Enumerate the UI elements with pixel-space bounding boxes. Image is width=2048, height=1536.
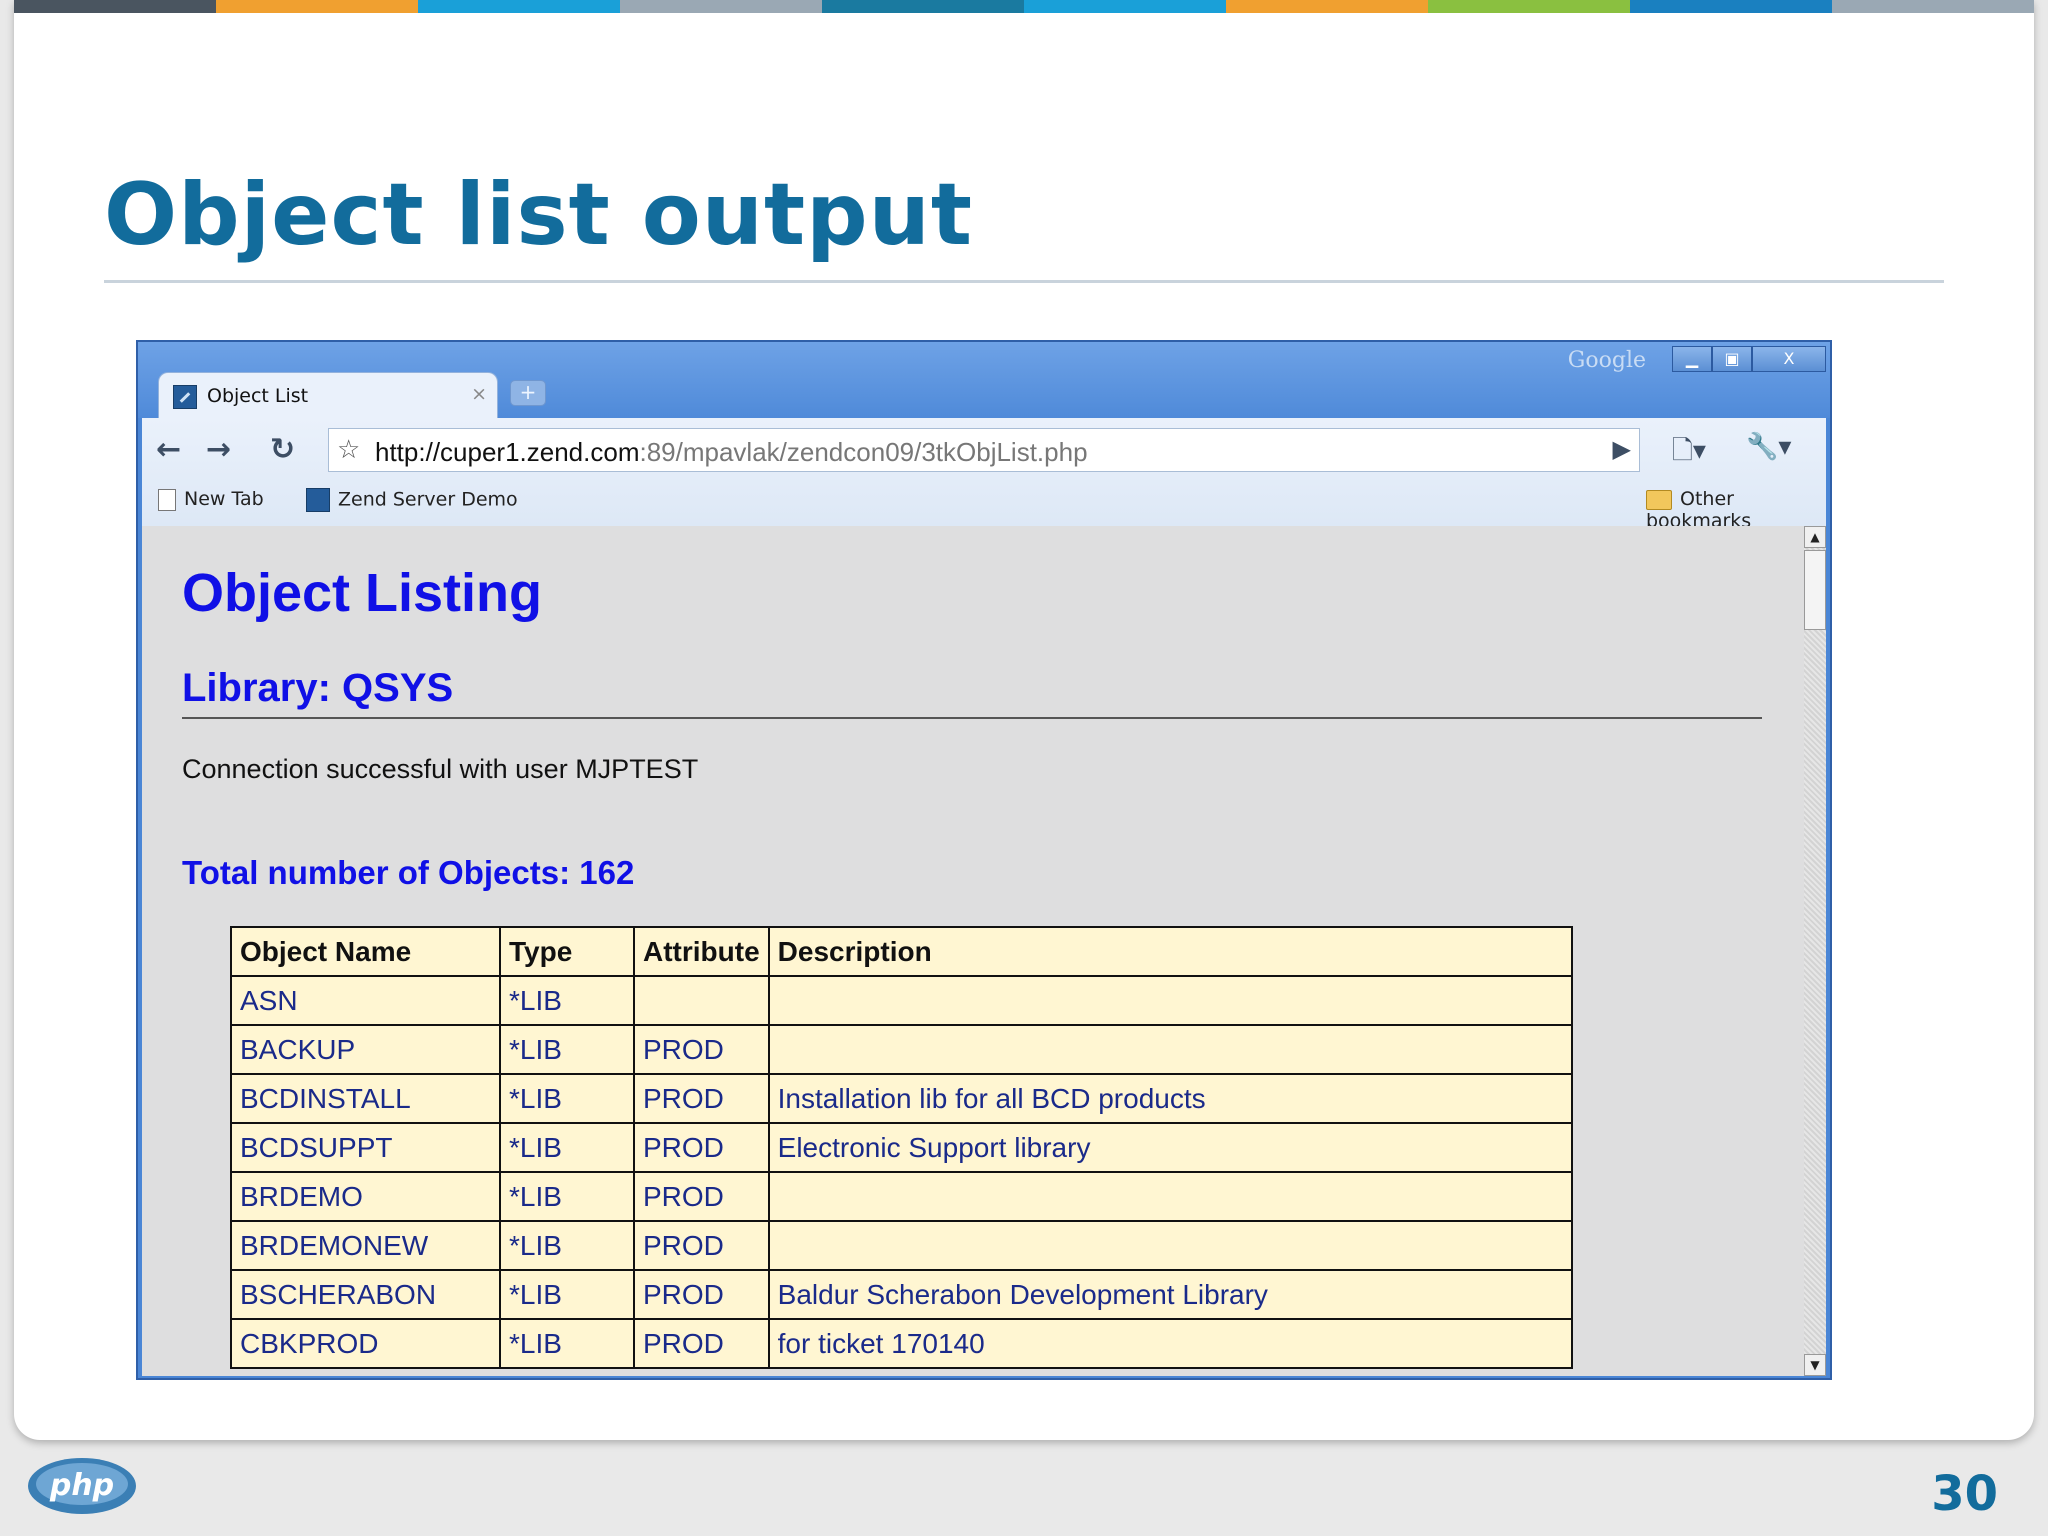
cell: BCDINSTALL [230,1073,501,1124]
bookmark-label: Zend Server Demo [338,488,518,511]
page-heading: Object Listing [182,563,543,623]
cell [767,1220,1573,1271]
browser-window: Google ▁ ▣ X Object List × + ← → ↻ ☆ htt… [136,340,1832,1380]
cell: PROD [633,1024,770,1075]
table-row: BCDSUPPT *LIB PROD Electronic Support libra… [230,1122,1573,1173]
wrench-menu-icon[interactable]: 🔧▾ [1746,432,1791,462]
url-text[interactable]: http://cuper1.zend.com:89/mpavlak/zendco… [375,437,1088,468]
title-divider [104,280,1944,283]
cell: PROD [633,1171,770,1222]
cell: *LIB [499,1122,635,1173]
table-row: BSCHERABON *LIB PROD Baldur Scherabon Devel… [230,1269,1573,1320]
table-row: BACKUP *LIB PROD [230,1024,1573,1075]
tab-object-list[interactable]: Object List × [158,372,498,420]
cell: PROD [633,1318,770,1369]
url-path: :89/mpavlak/zendcon09/3tkObjList.php [639,437,1088,467]
connection-status: Connection successful with user MJPTEST [182,754,699,784]
cell: BSCHERABON [230,1269,501,1320]
library-heading: Library: QSYS [182,666,454,710]
table-header-row: Object Name Type Attribute Description [230,926,1573,977]
new-tab-button[interactable]: + [510,380,546,406]
minimize-button[interactable]: ▁ [1672,346,1712,372]
table-row: ASN *LIB [230,975,1573,1026]
tab-title: Object List [207,385,309,407]
cell: Electronic Support library [767,1122,1573,1173]
scroll-down-icon[interactable]: ▼ [1804,1354,1826,1376]
maximize-button[interactable]: ▣ [1712,346,1752,372]
bookmarks-bar: New Tab Zend Server Demo Other bookmarks [142,480,1826,532]
forward-icon[interactable]: → [206,430,231,470]
bookmark-new-tab[interactable]: New Tab [158,488,264,511]
vertical-scrollbar[interactable]: ▲ ▼ [1804,526,1826,1376]
url-host: http://cuper1.zend.com [375,437,640,467]
bookmark-star-icon[interactable]: ☆ [337,435,360,465]
cell [633,975,770,1026]
cell: *LIB [499,1220,635,1271]
cell [767,1171,1573,1222]
object-table: Object Name Type Attribute Description A… [230,926,1573,1369]
cell: BRDEMONEW [230,1220,501,1271]
cell: PROD [633,1122,770,1173]
table-row: BRDEMO *LIB PROD [230,1171,1573,1222]
cell: CBKPROD [230,1318,501,1369]
slide: Object list output Google ▁ ▣ X Object L… [14,0,2034,1440]
logo-text: php [49,1468,114,1503]
cell: BRDEMO [230,1171,501,1222]
php-logo: php [28,1458,136,1514]
column-header: Object Name [230,926,501,977]
page-icon [158,488,176,511]
browser-toolbar: ← → ↻ ☆ http://cuper1.zend.com:89/mpavla… [142,418,1826,532]
cell: *LIB [499,975,635,1026]
cell: BACKUP [230,1024,501,1075]
cell: *LIB [499,1318,635,1369]
cell: PROD [633,1269,770,1320]
scroll-thumb[interactable] [1804,550,1826,630]
table-row: BCDINSTALL *LIB PROD Installation lib for a… [230,1073,1573,1124]
folder-icon [1646,489,1672,510]
table-row: BRDEMONEW *LIB PROD [230,1220,1573,1271]
column-header: Type [499,926,635,977]
bookmark-zend-server-demo[interactable]: Zend Server Demo [306,488,518,512]
reload-icon[interactable]: ↻ [270,430,295,470]
zend-favicon-icon [173,385,197,409]
google-label: Google [1567,348,1646,373]
cell: BCDSUPPT [230,1122,501,1173]
cell: ASN [230,975,501,1026]
cell: PROD [633,1220,770,1271]
heading-rule [182,717,1762,719]
cell: *LIB [499,1269,635,1320]
bookmark-label: New Tab [184,488,264,510]
slide-title: Object list output [104,165,974,265]
address-bar[interactable]: ☆ http://cuper1.zend.com:89/mpavlak/zend… [328,428,1640,472]
page-menu-icon[interactable]: 🗋▾ [1672,432,1706,476]
page-content: Object Listing Library: QSYS Connection … [142,526,1804,1376]
cell [767,975,1573,1026]
back-icon[interactable]: ← [156,430,181,470]
browser-titlebar: Google ▁ ▣ X Object List × + [138,342,1830,420]
color-stripe [14,0,2034,13]
column-header: Attribute [633,926,770,977]
cell [767,1024,1573,1075]
cell: Baldur Scherabon Development Library [767,1269,1573,1320]
cell: PROD [633,1073,770,1124]
page-number: 30 [1931,1466,1998,1522]
column-header: Description [767,926,1573,977]
close-window-button[interactable]: X [1752,346,1826,372]
total-objects: Total number of Objects: 162 [182,854,635,891]
cell: for ticket 170140 [767,1318,1573,1369]
cell: *LIB [499,1171,635,1222]
cell: Installation lib for all BCD products [767,1073,1573,1124]
go-icon[interactable]: ▶ [1613,435,1631,463]
scroll-up-icon[interactable]: ▲ [1804,526,1826,548]
zend-icon [306,488,330,512]
table-row: CBKPROD *LIB PROD for ticket 170140 [230,1318,1573,1369]
tab-close-icon[interactable]: × [471,383,487,405]
cell: *LIB [499,1024,635,1075]
cell: *LIB [499,1073,635,1124]
